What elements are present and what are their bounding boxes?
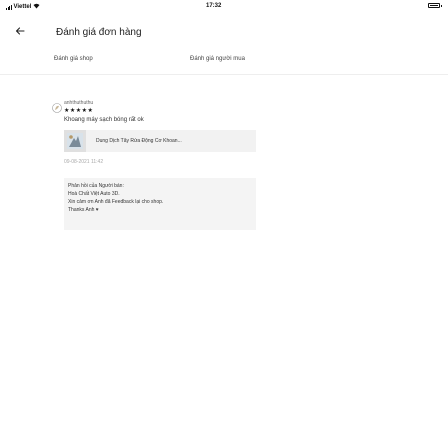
status-bar: Viettel 17:32	[0, 0, 448, 14]
seller-reply: Phản hồi của Người bán: Hoà Chất Việt Au…	[64, 178, 256, 230]
product-thumbnail-icon	[64, 130, 86, 152]
reviewer-username: anhthuthuthu	[64, 100, 94, 106]
review-date: 09-08-2021 11:42	[64, 159, 104, 165]
tabs-divider	[0, 74, 448, 75]
signal-icon	[6, 4, 12, 10]
wifi-icon	[33, 3, 40, 11]
carrier-label: Viettel	[13, 4, 32, 10]
back-arrow-icon	[15, 23, 25, 41]
reply-line: Xin cảm ơn Anh đã Feedback lại cho shop.	[68, 199, 164, 205]
page-title: Đánh giá đơn hàng	[56, 27, 142, 38]
status-time: 17:32	[206, 3, 222, 9]
review-tabs: Đánh giá shop Đánh giá người mua	[0, 52, 448, 76]
back-button[interactable]	[10, 22, 30, 42]
review-text: Khoang máy sạch bóng rất ok	[64, 117, 144, 123]
product-name: Dung Dịch Tẩy Rửa Động Cơ Khoan...	[96, 138, 182, 144]
avatar-icon	[52, 100, 62, 113]
status-left: Viettel	[6, 3, 40, 11]
reply-line: Thanks Anh	[68, 207, 95, 213]
battery-icon	[428, 3, 442, 8]
reviewed-product[interactable]: Dung Dịch Tẩy Rửa Động Cơ Khoan...	[64, 130, 256, 152]
tab-buyer-reviews[interactable]: Đánh giá người mua	[190, 56, 245, 62]
reply-line-thanks: Thanks Anh ♥	[68, 206, 252, 214]
rating-stars: ★★★★★	[64, 108, 94, 114]
reply-heading: Phản hồi của Người bán:	[68, 183, 124, 189]
heart-icon: ♥	[95, 207, 99, 213]
reply-line: Hoà Chất Việt Auto 3D.	[68, 191, 120, 197]
header: Đánh giá đơn hàng	[0, 18, 448, 46]
tab-shop-reviews[interactable]: Đánh giá shop	[54, 56, 93, 62]
